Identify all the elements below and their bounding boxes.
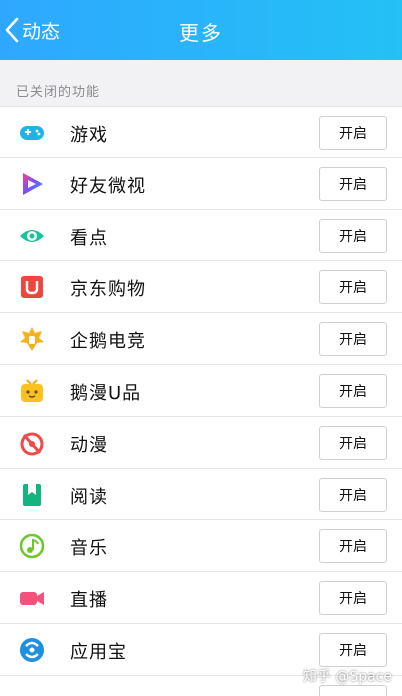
enable-button[interactable]: 开启 <box>319 477 387 512</box>
item-label: 音乐 <box>70 538 108 560</box>
comic-icon <box>18 429 46 457</box>
tv-box-icon <box>18 377 46 405</box>
partial-icon <box>18 688 46 696</box>
page-title: 更多 <box>179 21 223 45</box>
book-icon <box>18 481 46 509</box>
list-item-reading: 阅读 开启 <box>0 468 402 521</box>
enable-button[interactable]: 开启 <box>319 116 387 150</box>
item-label: 阅读 <box>70 486 108 508</box>
item-label: 应用宝 <box>70 641 127 663</box>
enable-button[interactable]: 开启 <box>319 632 387 667</box>
watermark: 知乎 @Space <box>302 669 392 685</box>
item-label: 好友微视 <box>70 175 146 197</box>
item-label: 鹅漫U品 <box>70 382 142 404</box>
enable-button[interactable]: 开启 <box>319 529 387 564</box>
app-store-icon <box>18 636 46 664</box>
camera-icon <box>18 584 46 612</box>
list-item-games: 游戏 开启 <box>0 106 402 158</box>
jd-shopping-icon <box>18 273 46 301</box>
item-label: 企鹅电竞 <box>70 331 146 353</box>
music-icon <box>18 532 46 560</box>
esports-icon <box>18 325 46 353</box>
enable-button[interactable]: 开启 <box>319 166 387 201</box>
enable-button[interactable]: 开启 <box>319 373 387 408</box>
list-item-eman: 鹅漫U品 开启 <box>0 364 402 417</box>
item-label: 看点 <box>70 227 108 249</box>
enable-button[interactable]: 开启 <box>319 425 387 460</box>
list-item-kandian: 看点 开启 <box>0 209 402 262</box>
list-item-jd: 京东购物 开启 <box>0 261 402 314</box>
item-label: 游戏 <box>70 125 108 146</box>
item-label: 京东购物 <box>70 279 146 301</box>
item-label: 动漫 <box>70 434 108 456</box>
item-label: 直播 <box>70 590 108 612</box>
feature-list: 游戏 开启 好友微视 开启 看点 开启 京东购物 开启 企鹅电竞 开启 鹅漫U品 <box>0 106 402 696</box>
gamepad-icon <box>18 119 46 147</box>
list-item-esports: 企鹅电竞 开启 <box>0 313 402 365</box>
top-navigation-bar: 动态 更多 <box>0 0 402 60</box>
enable-button[interactable]: 开启 <box>319 270 387 305</box>
enable-button[interactable] <box>319 684 387 696</box>
weishi-icon <box>18 170 46 198</box>
enable-button[interactable]: 开启 <box>319 218 387 253</box>
section-label: 已关闭的功能 <box>16 85 101 100</box>
list-item-weishi: 好友微视 开启 <box>0 157 402 210</box>
eye-icon <box>18 222 46 250</box>
enable-button[interactable]: 开启 <box>319 581 387 616</box>
list-item-comic: 动漫 开启 <box>0 416 402 469</box>
enable-button[interactable]: 开启 <box>319 322 387 357</box>
list-item-music: 音乐 开启 <box>0 520 402 573</box>
list-item-live: 直播 开启 <box>0 572 402 624</box>
